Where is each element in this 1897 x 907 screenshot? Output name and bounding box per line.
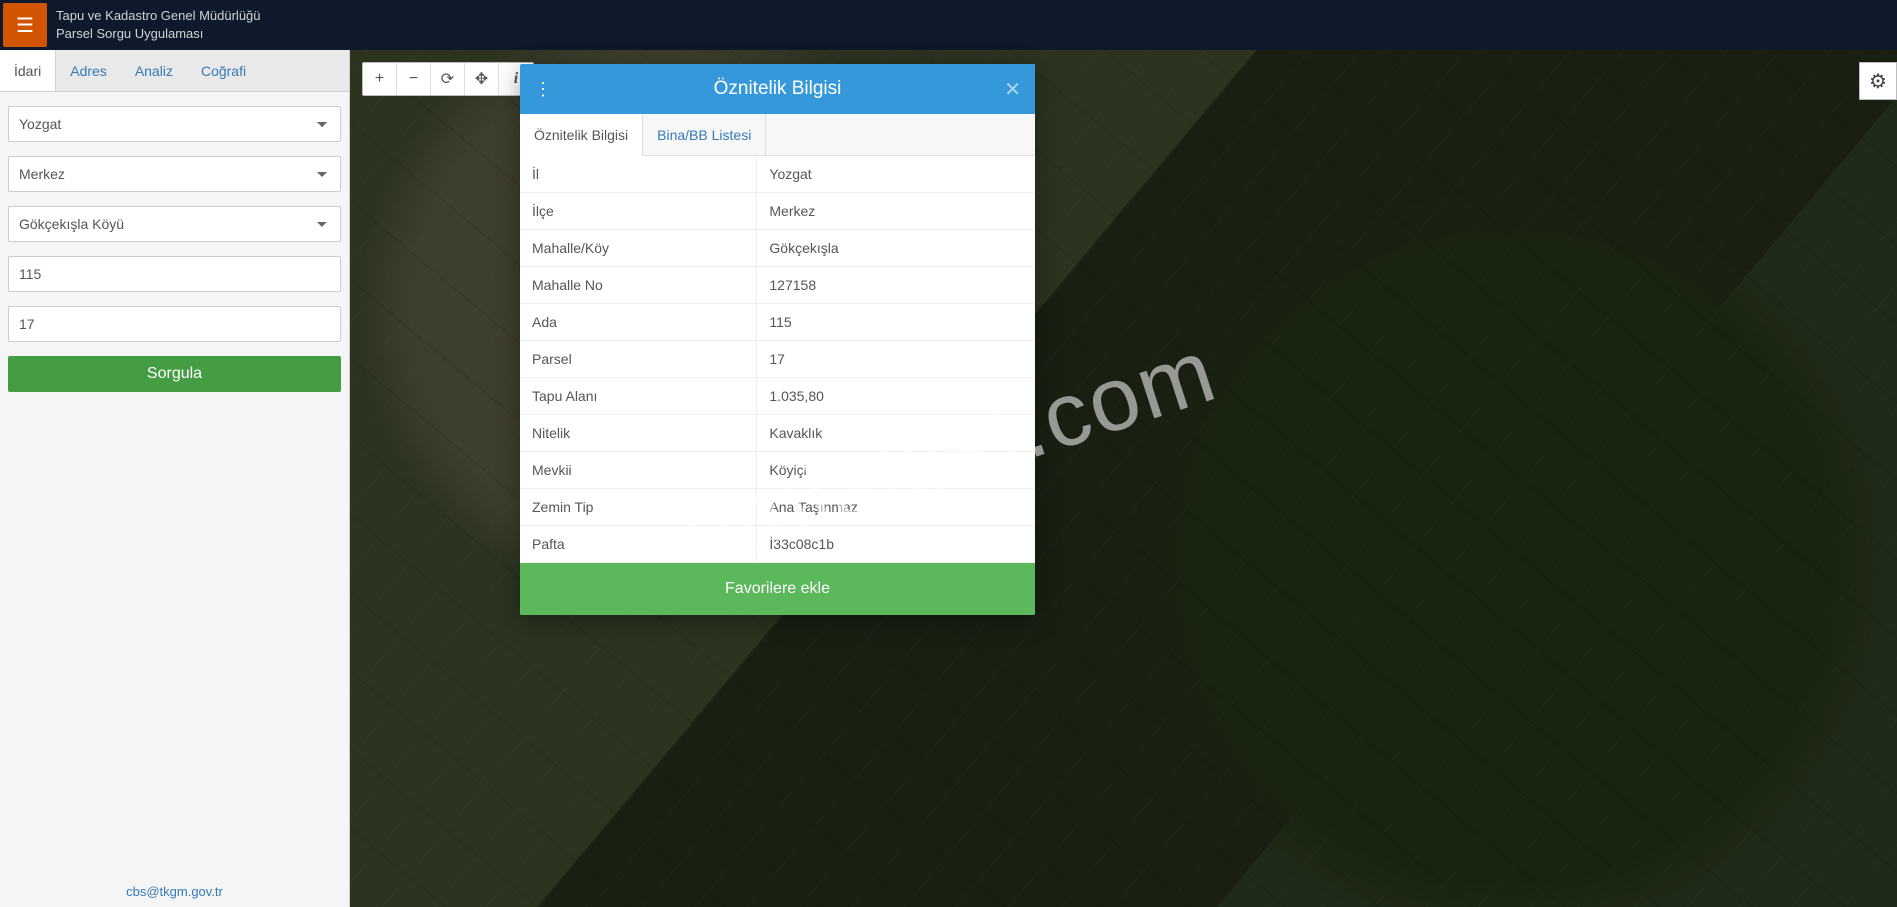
attr-key: Mevkii	[520, 452, 757, 489]
table-row: Ada115	[520, 304, 1035, 341]
table-row: İlçeMerkez	[520, 193, 1035, 230]
plus-icon: +	[375, 70, 384, 88]
village-select[interactable]: Gökçekışla Köyü	[8, 206, 341, 242]
attr-value: Ana Taşınmaz	[757, 489, 1035, 526]
block-input[interactable]	[8, 256, 341, 292]
info-icon: i	[514, 70, 518, 88]
gear-icon: ⚙	[1869, 69, 1887, 94]
modal-close-button[interactable]: ✕	[1004, 64, 1021, 114]
app-title-block: Tapu ve Kadastro Genel Müdürlüğü Parsel …	[56, 7, 261, 42]
attribute-modal: ⋮ Öznitelik Bilgisi ✕ Öznitelik Bilgisi …	[520, 64, 1035, 615]
attr-key: Parsel	[520, 341, 757, 378]
modal-header[interactable]: ⋮ Öznitelik Bilgisi ✕	[520, 64, 1035, 114]
refresh-button[interactable]: ⟳	[431, 63, 465, 95]
zoom-in-button[interactable]: +	[363, 63, 397, 95]
table-row: MevkiiKöyiçi	[520, 452, 1035, 489]
attr-key: Zemin Tip	[520, 489, 757, 526]
query-button[interactable]: Sorgula	[8, 356, 341, 392]
attr-value: Köyiçi	[757, 452, 1035, 489]
province-select[interactable]: Yozgat	[8, 106, 341, 142]
attr-key: İlçe	[520, 193, 757, 230]
table-row: Tapu Alanı1.035,80	[520, 378, 1035, 415]
attr-key: Ada	[520, 304, 757, 341]
table-row: Mahalle/KöyGökçekışla	[520, 230, 1035, 267]
attr-value: 17	[757, 341, 1035, 378]
attr-value: Yozgat	[757, 156, 1035, 193]
attr-key: Mahalle/Köy	[520, 230, 757, 267]
zoom-out-button[interactable]: −	[397, 63, 431, 95]
kebab-icon: ⋮	[534, 79, 552, 100]
table-row: Paftaİ33c08c1b	[520, 526, 1035, 563]
parcel-input[interactable]	[8, 306, 341, 342]
modal-tab-attributes[interactable]: Öznitelik Bilgisi	[520, 114, 643, 156]
table-row: Mahalle No127158	[520, 267, 1035, 304]
tab-idari[interactable]: İdari	[0, 50, 56, 91]
tab-adres[interactable]: Adres	[56, 50, 121, 91]
sidebar-body: Yozgat Merkez Gökçekışla Köyü Sorgula	[0, 92, 349, 907]
close-icon: ✕	[1004, 77, 1021, 102]
sidebar: İdari Adres Analiz Coğrafi Yozgat Merkez…	[0, 50, 350, 907]
attr-key: Mahalle No	[520, 267, 757, 304]
modal-tab-buildings[interactable]: Bina/BB Listesi	[643, 114, 766, 155]
top-bar: ☰ Tapu ve Kadastro Genel Müdürlüğü Parse…	[0, 0, 1897, 50]
table-row: Zemin TipAna Taşınmaz	[520, 489, 1035, 526]
attr-value: 127158	[757, 267, 1035, 304]
footer-contact[interactable]: cbs@tkgm.gov.tr	[0, 884, 349, 899]
attr-value: İ33c08c1b	[757, 526, 1035, 563]
attr-key: Tapu Alanı	[520, 378, 757, 415]
table-row: NitelikKavaklık	[520, 415, 1035, 452]
attr-value: 115	[757, 304, 1035, 341]
attr-key: İl	[520, 156, 757, 193]
app-subtitle: Parsel Sorgu Uygulaması	[56, 25, 261, 43]
district-select[interactable]: Merkez	[8, 156, 341, 192]
map-toolbar: + − ⟳ ✥ i	[362, 62, 534, 96]
sidebar-tabs: İdari Adres Analiz Coğrafi	[0, 50, 349, 92]
attr-value: 1.035,80	[757, 378, 1035, 415]
locate-button[interactable]: ✥	[465, 63, 499, 95]
modal-menu-button[interactable]: ⋮	[534, 64, 552, 114]
attr-key: Pafta	[520, 526, 757, 563]
attribute-table: İlYozgatİlçeMerkezMahalle/KöyGökçekışlaM…	[520, 156, 1035, 563]
minus-icon: −	[409, 70, 418, 88]
hamburger-menu-button[interactable]: ☰	[3, 3, 47, 47]
add-favorite-button[interactable]: Favorilere ekle	[520, 563, 1035, 615]
attr-value: Merkez	[757, 193, 1035, 230]
locate-icon: ✥	[475, 69, 488, 89]
hamburger-icon: ☰	[16, 13, 34, 38]
attr-value: Gökçekışla	[757, 230, 1035, 267]
refresh-icon: ⟳	[441, 69, 454, 89]
tab-analiz[interactable]: Analiz	[121, 50, 187, 91]
table-row: İlYozgat	[520, 156, 1035, 193]
attr-value: Kavaklık	[757, 415, 1035, 452]
attr-key: Nitelik	[520, 415, 757, 452]
table-row: Parsel17	[520, 341, 1035, 378]
settings-button[interactable]: ⚙	[1859, 62, 1897, 100]
org-title: Tapu ve Kadastro Genel Müdürlüğü	[56, 7, 261, 25]
modal-tabs: Öznitelik Bilgisi Bina/BB Listesi	[520, 114, 1035, 156]
tab-cografi[interactable]: Coğrafi	[187, 50, 260, 91]
modal-title: Öznitelik Bilgisi	[714, 78, 842, 100]
